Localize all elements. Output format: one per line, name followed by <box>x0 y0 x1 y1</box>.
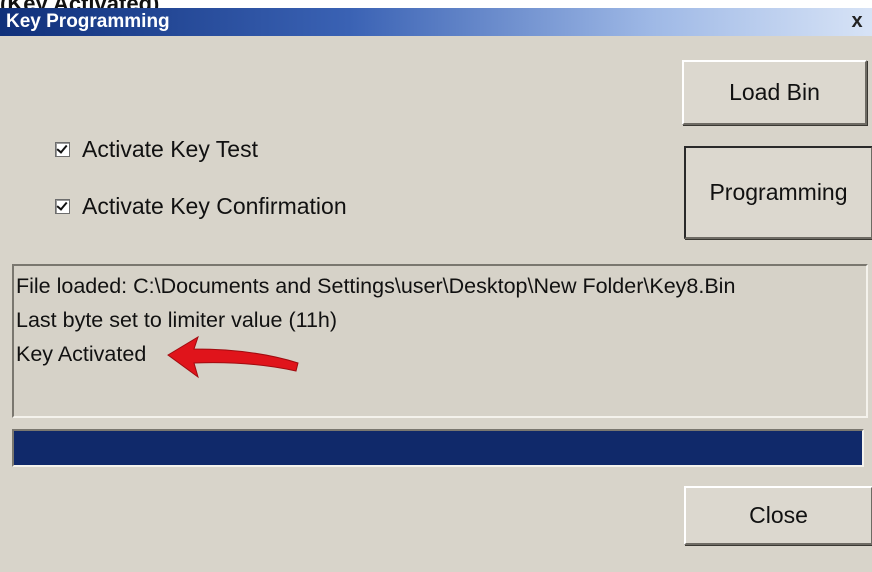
close-icon[interactable]: x <box>846 10 868 32</box>
title-bar: Key Programming x <box>0 8 872 36</box>
status-log: File loaded: C:\Documents and Settings\u… <box>12 264 868 418</box>
load-bin-button[interactable]: Load Bin <box>682 60 867 125</box>
close-button[interactable]: Close <box>684 486 872 545</box>
activate-key-confirmation-checkbox[interactable]: Activate Key Confirmation <box>55 193 347 220</box>
activate-key-test-checkbox[interactable]: Activate Key Test <box>55 136 258 163</box>
log-line-key-activated: Key Activated <box>16 342 147 366</box>
top-caption-fragment: (Key Activated) <box>0 0 872 8</box>
key-programming-dialog: Key Programming x Load Bin Programming A… <box>0 8 872 572</box>
checkbox-label: Activate Key Confirmation <box>82 193 347 219</box>
top-caption-text: (Key Activated) <box>0 0 159 8</box>
programming-button[interactable]: Programming <box>684 146 872 239</box>
progress-fill <box>14 431 862 465</box>
checkbox-checked-icon[interactable] <box>55 142 70 157</box>
log-line-file-loaded: File loaded: C:\Documents and Settings\u… <box>16 274 736 298</box>
window-title: Key Programming <box>6 11 170 32</box>
red-arrow-icon <box>167 335 299 379</box>
checkbox-label: Activate Key Test <box>82 136 258 162</box>
checkbox-checked-icon[interactable] <box>55 199 70 214</box>
log-line-limiter: Last byte set to limiter value (11h) <box>16 308 338 332</box>
progress-bar <box>12 429 864 467</box>
